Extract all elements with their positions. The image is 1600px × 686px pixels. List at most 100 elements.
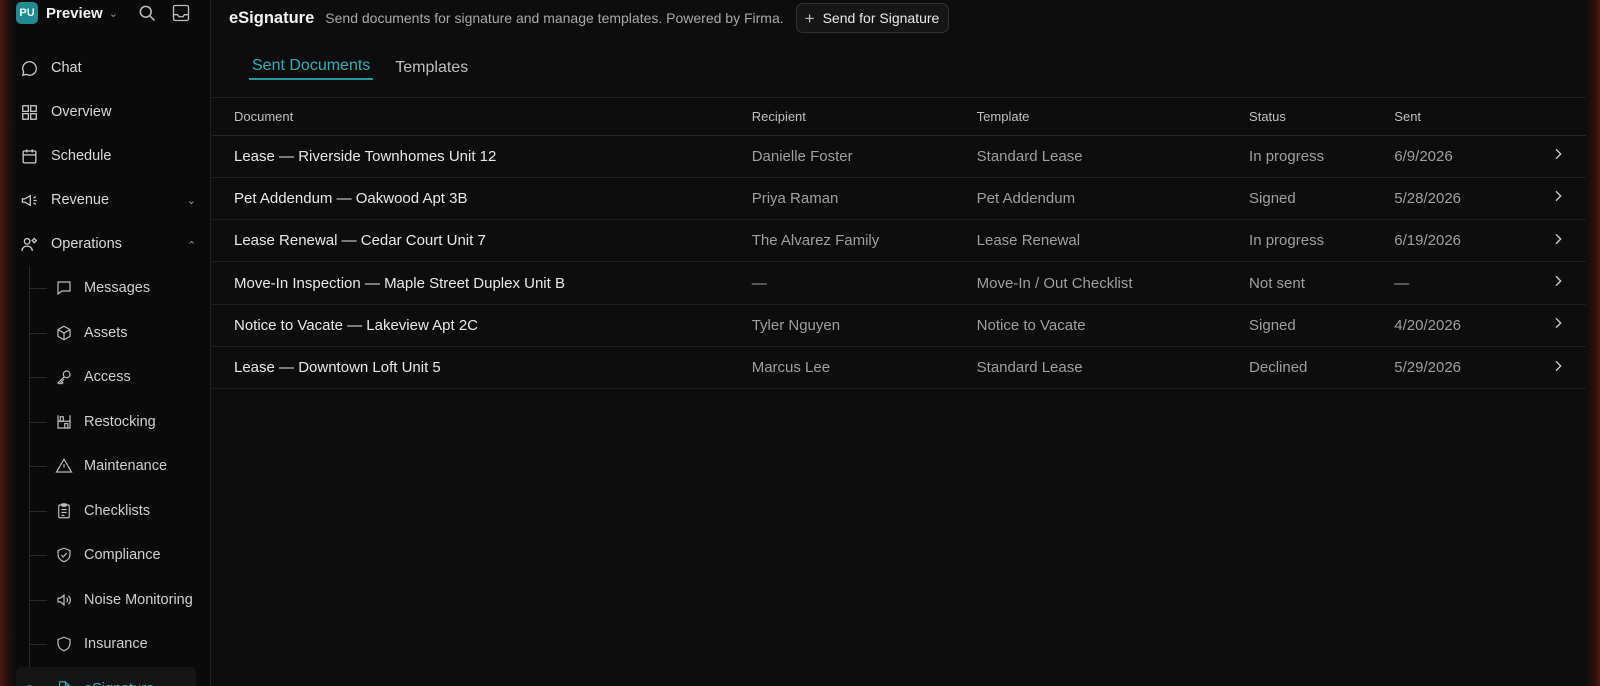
column-header-status[interactable]: Status — [1249, 98, 1395, 136]
cell-sent: 4/20/2026 — [1394, 304, 1506, 347]
sidebar-item-label: Messages — [84, 280, 151, 297]
cell-template: Standard Lease — [976, 346, 1250, 390]
cell-sent: 5/28/2026 — [1394, 177, 1506, 221]
tab-bar: Sent Documents Templates — [212, 36, 1586, 98]
sent-documents-table: Document Recipient Template Status Sent … — [212, 98, 1586, 390]
people-gear-icon — [19, 234, 39, 254]
calendar-icon — [19, 146, 39, 166]
table-row[interactable]: Pet Addendum — Oakwood Apt 3B Priya Rama… — [212, 177, 1586, 221]
sidebar-item-restocking[interactable]: Restocking — [16, 400, 196, 445]
cell-sent: 6/9/2026 — [1394, 135, 1506, 178]
tab-sent-documents[interactable]: Sent Documents — [249, 57, 374, 80]
cell-recipient: Tyler Nguyen — [751, 304, 977, 347]
sidebar-item-insurance[interactable]: Insurance — [16, 622, 196, 667]
sidebar-item-operations[interactable]: Operations ⌄ — [16, 222, 196, 266]
sidebar-item-label: Revenue — [51, 192, 110, 208]
chevron-down-icon[interactable]: ⌄ — [109, 7, 118, 20]
sidebar-item-label: Overview — [51, 104, 112, 120]
sidebar-item-messages[interactable]: Messages — [16, 266, 196, 311]
sidebar: PU Preview ⌄ Chat Overview Schedule Reve… — [0, 0, 211, 686]
cell-status: In progress — [1249, 219, 1395, 263]
sidebar-item-esignature[interactable]: eSignature — [16, 666, 196, 686]
tab-templates[interactable]: Templates — [392, 59, 471, 80]
chevron-right-icon[interactable] — [1505, 219, 1586, 263]
table-row[interactable]: Notice to Vacate — Lakeview Apt 2C Tyler… — [212, 304, 1586, 347]
cell-template: Standard Lease — [976, 135, 1250, 178]
cell-recipient: Priya Raman — [751, 177, 977, 221]
chevron-right-icon[interactable] — [1505, 261, 1586, 305]
cell-sent: 5/29/2026 — [1394, 346, 1506, 390]
window-edge-right — [1586, 0, 1600, 686]
column-header-recipient[interactable]: Recipient — [751, 98, 977, 136]
chevron-right-icon[interactable] — [1505, 177, 1586, 221]
chevron-down-icon[interactable]: ⌄ — [187, 194, 196, 207]
sidebar-item-label: Assets — [84, 324, 128, 341]
table-row[interactable]: Lease — Riverside Townhomes Unit 12 Dani… — [212, 135, 1586, 178]
cell-template: Pet Addendum — [976, 177, 1250, 221]
cell-recipient: Danielle Foster — [751, 135, 977, 178]
page-header: eSignature Send documents for signature … — [212, 0, 1586, 36]
operations-submenu: Messages Assets Access Restocking Mainte… — [16, 266, 210, 686]
cell-document: Pet Addendum — Oakwood Apt 3B — [212, 177, 752, 221]
page-subtitle: Send documents for signature and manage … — [325, 10, 784, 26]
workspace-name[interactable]: Preview — [46, 5, 103, 22]
sidebar-item-checklists[interactable]: Checklists — [16, 489, 196, 534]
sidebar-item-label: Access — [84, 369, 131, 386]
sidebar-item-label: Operations — [51, 236, 122, 252]
sidebar-item-compliance[interactable]: Compliance — [16, 533, 196, 578]
sidebar-item-label: Compliance — [84, 547, 161, 564]
cell-document: Notice to Vacate — Lakeview Apt 2C — [212, 304, 752, 347]
column-header-document[interactable]: Document — [212, 98, 752, 136]
chevron-up-icon[interactable]: ⌄ — [187, 238, 196, 251]
cell-template: Notice to Vacate — [976, 304, 1250, 347]
sidebar-item-schedule[interactable]: Schedule — [16, 134, 196, 178]
column-header-sent[interactable]: Sent — [1394, 98, 1506, 136]
column-header-actions — [1505, 98, 1586, 136]
speaker-icon — [54, 590, 74, 610]
shield-icon — [54, 634, 74, 654]
window-edge-left — [0, 0, 16, 686]
column-header-template[interactable]: Template — [976, 98, 1250, 136]
cell-document: Lease — Downtown Loft Unit 5 — [212, 346, 752, 390]
chat-bubble-icon — [19, 58, 39, 78]
sidebar-nav: Chat Overview Schedule Revenue ⌄ Operati… — [16, 46, 210, 686]
megaphone-icon — [19, 190, 39, 210]
table-row[interactable]: Lease Renewal — Cedar Court Unit 7 The A… — [212, 219, 1586, 263]
chevron-right-icon[interactable] — [1505, 304, 1586, 347]
sidebar-item-chat[interactable]: Chat — [16, 46, 196, 90]
cell-document: Lease — Riverside Townhomes Unit 12 — [212, 135, 752, 178]
sidebar-item-label: Chat — [51, 60, 82, 76]
table-row[interactable]: Move-In Inspection — Maple Street Duplex… — [212, 261, 1586, 305]
cell-status: Signed — [1249, 304, 1395, 347]
sidebar-item-assets[interactable]: Assets — [16, 311, 196, 356]
sidebar-item-label: Schedule — [51, 148, 112, 164]
chevron-right-icon[interactable] — [1505, 346, 1586, 390]
sidebar-item-overview[interactable]: Overview — [16, 90, 196, 134]
sidebar-item-noise-monitoring[interactable]: Noise Monitoring — [16, 578, 196, 623]
cell-recipient: — — [751, 261, 977, 305]
page-title: eSignature — [229, 8, 315, 27]
sidebar-item-label: eSignature — [84, 681, 154, 686]
sidebar-item-label: Restocking — [84, 413, 156, 430]
workspace-avatar[interactable]: PU — [16, 2, 38, 24]
cell-document: Lease Renewal — Cedar Court Unit 7 — [212, 219, 752, 263]
sidebar-item-label: Maintenance — [84, 458, 168, 475]
warning-triangle-icon — [54, 456, 74, 476]
shield-check-icon — [54, 545, 74, 565]
cell-status: Signed — [1249, 177, 1395, 221]
sidebar-item-revenue[interactable]: Revenue ⌄ — [16, 178, 196, 222]
clipboard-icon — [54, 501, 74, 521]
sidebar-item-label: Checklists — [84, 502, 151, 519]
cell-status: Not sent — [1249, 261, 1395, 305]
sidebar-item-maintenance[interactable]: Maintenance — [16, 444, 196, 489]
chevron-right-icon[interactable] — [1505, 135, 1586, 178]
inbox-icon[interactable] — [170, 2, 192, 24]
sidebar-item-access[interactable]: Access — [16, 355, 196, 400]
table-row[interactable]: Lease — Downtown Loft Unit 5 Marcus Lee … — [212, 346, 1586, 390]
cell-template: Move-In / Out Checklist — [976, 261, 1250, 305]
search-icon[interactable] — [136, 2, 158, 24]
sidebar-item-label: Insurance — [84, 636, 148, 653]
send-for-signature-label: Send for Signature — [822, 10, 940, 26]
send-for-signature-button[interactable]: + Send for Signature — [795, 3, 950, 33]
cell-recipient: The Alvarez Family — [751, 219, 977, 263]
